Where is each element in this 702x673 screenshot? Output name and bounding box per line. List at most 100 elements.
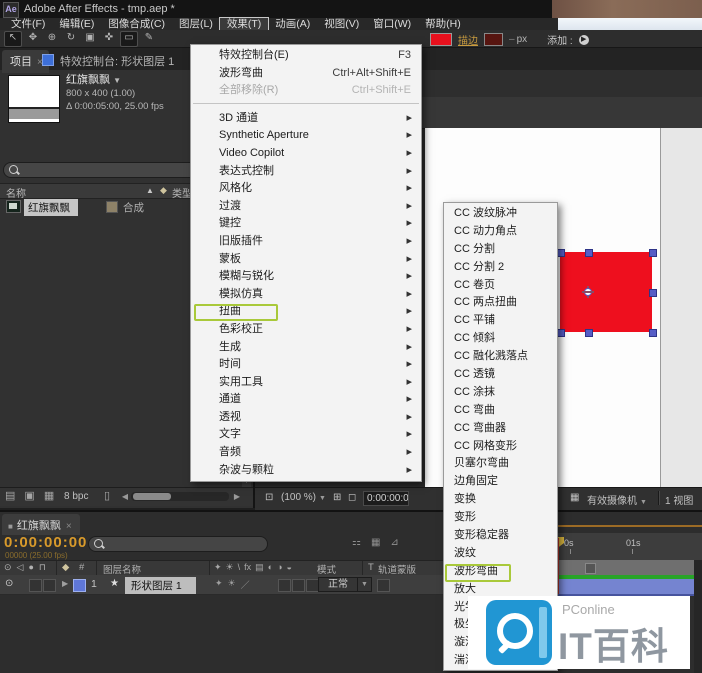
- switch-well[interactable]: [278, 579, 291, 592]
- layer-name[interactable]: 形状图层 1: [125, 577, 196, 594]
- eye-icon[interactable]: ⊙: [5, 578, 13, 589]
- selection-tool-icon[interactable]: ↖: [4, 31, 22, 47]
- effects-menu-item[interactable]: 表达式控制: [191, 163, 421, 181]
- anchor-point-icon[interactable]: [582, 286, 594, 298]
- effects-menu-item[interactable]: 模糊与锐化: [191, 268, 421, 286]
- distort-submenu-item[interactable]: CC 两点扭曲: [444, 294, 557, 312]
- column-mode[interactable]: 模式: [317, 562, 336, 576]
- effects-menu-item[interactable]: [191, 103, 421, 110]
- interpret-footage-icon[interactable]: ▤: [5, 489, 15, 502]
- distort-submenu-item[interactable]: 变形: [444, 509, 557, 527]
- distort-submenu-item[interactable]: CC 网格变形: [444, 438, 557, 456]
- effects-menu-item[interactable]: 蒙板: [191, 251, 421, 269]
- motion-blur-icon[interactable]: ◐: [268, 562, 273, 573]
- distort-submenu-item[interactable]: 波形弯曲: [444, 563, 557, 581]
- distort-submenu-item[interactable]: CC 弯曲器: [444, 420, 557, 438]
- column-layer-name[interactable]: 图层名称: [103, 562, 141, 576]
- scroll-left-icon[interactable]: ◀: [120, 491, 130, 502]
- graph-editor-icon[interactable]: ⊿: [390, 537, 398, 548]
- menu-bar-item[interactable]: 视图(V): [317, 18, 366, 30]
- red-flag-shape[interactable]: [560, 252, 652, 332]
- work-area-handle[interactable]: [585, 563, 596, 574]
- effects-menu-item[interactable]: 文字: [191, 426, 421, 444]
- effects-menu-item[interactable]: 模拟仿真: [191, 286, 421, 304]
- timeline-vertical-scrollbar[interactable]: [694, 560, 702, 673]
- selection-handle[interactable]: [585, 329, 593, 337]
- label-color-icon[interactable]: ◆: [62, 562, 69, 573]
- quality-icon[interactable]: \: [238, 562, 241, 573]
- effects-menu-item[interactable]: 时间: [191, 356, 421, 374]
- draft-3d-icon[interactable]: ▦: [371, 537, 380, 548]
- tab-effect-controls[interactable]: 特效控制台: 形状图层 1: [42, 53, 190, 69]
- tab-close-icon[interactable]: ×: [66, 521, 72, 532]
- distort-submenu-item[interactable]: 边角固定: [444, 473, 557, 491]
- selection-handle[interactable]: [649, 289, 657, 297]
- fx-icon[interactable]: fx: [244, 562, 251, 573]
- column-name[interactable]: 名称: [6, 185, 26, 200]
- column-index[interactable]: #: [79, 562, 84, 573]
- column-track-matte[interactable]: 轨道蒙版: [378, 562, 416, 576]
- new-folder-icon[interactable]: ▣: [24, 489, 34, 502]
- distort-submenu-item[interactable]: CC 融化溅落点: [444, 348, 557, 366]
- quality-icon[interactable]: ／: [241, 578, 250, 591]
- distort-submenu-item[interactable]: CC 卷页: [444, 277, 557, 295]
- selection-handle[interactable]: [649, 249, 657, 257]
- stroke-width-unit[interactable]: px: [509, 34, 527, 45]
- stroke-label[interactable]: 描边: [458, 32, 478, 47]
- chevron-down-icon[interactable]: ▼: [357, 577, 372, 592]
- menu-bar-item[interactable]: 图层(L): [172, 18, 220, 30]
- effects-menu-item[interactable]: Synthetic Aperture: [191, 127, 421, 145]
- pen-tool-icon[interactable]: ✎: [141, 31, 157, 45]
- color-depth-label[interactable]: 8 bpc: [64, 491, 88, 502]
- hand-tool-icon[interactable]: ✥: [25, 31, 41, 45]
- camera-tool-icon[interactable]: ▣: [82, 31, 98, 45]
- layer-row[interactable]: ⊙ ▶ 1 ★ 形状图层 1 ✦☀／ 正常 ▼: [0, 575, 443, 595]
- expander-icon[interactable]: ▶: [62, 579, 68, 588]
- switch-well[interactable]: [292, 579, 305, 592]
- effects-menu-item[interactable]: 通道: [191, 391, 421, 409]
- effects-menu-item[interactable]: 波形弯曲 Ctrl+Alt+Shift+E: [191, 65, 421, 83]
- live-update-icon[interactable]: ⚏: [352, 537, 361, 548]
- menu-bar-item[interactable]: 帮助(H): [418, 18, 468, 30]
- effects-menu-item[interactable]: 特效控制台(E) F3: [191, 47, 421, 65]
- viewer-timecode[interactable]: 0:00:00:0: [363, 491, 409, 506]
- current-time-display[interactable]: 0:00:00:00: [4, 534, 87, 551]
- distort-submenu-item[interactable]: CC 透镜: [444, 366, 557, 384]
- region-of-interest-icon[interactable]: ◻: [348, 492, 356, 503]
- shape-tool-icon[interactable]: ▭: [120, 31, 138, 47]
- selection-handle[interactable]: [649, 329, 657, 337]
- distort-submenu-item[interactable]: CC 分割 2: [444, 259, 557, 277]
- project-item-name[interactable]: 红旗飘飘: [24, 199, 78, 216]
- adjustment-icon[interactable]: ◑: [277, 562, 282, 573]
- column-type[interactable]: 类型: [172, 185, 192, 200]
- distort-submenu-item[interactable]: 贝塞尔弯曲: [444, 455, 557, 473]
- shy-icon[interactable]: ✦: [214, 562, 222, 573]
- layer-label-color-chip[interactable]: [73, 579, 86, 592]
- audio-switch-well[interactable]: [29, 579, 42, 592]
- zoom-tool-icon[interactable]: ⊕: [44, 31, 60, 45]
- distort-submenu-item[interactable]: 波纹: [444, 545, 557, 563]
- effects-menu-item[interactable]: 旧版插件: [191, 233, 421, 251]
- distort-submenu-item[interactable]: 变换: [444, 491, 557, 509]
- column-preserve-transparency[interactable]: T: [368, 562, 374, 573]
- effects-menu-item[interactable]: 杂波与颗粒: [191, 462, 421, 480]
- frame-blend-icon[interactable]: ▤: [255, 562, 264, 573]
- active-camera-dropdown[interactable]: 有效摄像机▼: [587, 492, 647, 507]
- solo-switch-well[interactable]: [43, 579, 56, 592]
- distort-submenu-item[interactable]: CC 波纹脉冲: [444, 205, 557, 223]
- timeline-search-input[interactable]: [88, 536, 268, 552]
- effects-menu-item[interactable]: 过渡: [191, 198, 421, 216]
- effects-menu-item[interactable]: 透视: [191, 409, 421, 427]
- menu-bar-item[interactable]: 效果(T): [220, 18, 268, 30]
- selection-handle[interactable]: [557, 329, 565, 337]
- view-layout-dropdown[interactable]: 1 视图: [665, 492, 693, 507]
- effects-menu-item[interactable]: 音频: [191, 444, 421, 462]
- scrollbar-track[interactable]: [131, 492, 229, 501]
- menu-bar-item[interactable]: 窗口(W): [366, 18, 418, 30]
- audio-icon[interactable]: ◁: [17, 562, 24, 573]
- distort-submenu-item[interactable]: CC 动力角点: [444, 223, 557, 241]
- collapse-icon[interactable]: ☀: [226, 562, 234, 573]
- menu-bar-item[interactable]: 图像合成(C): [101, 18, 172, 30]
- effects-menu-item[interactable]: 3D 通道: [191, 110, 421, 128]
- horizontal-scrollbar[interactable]: ◀ ▶: [120, 491, 242, 502]
